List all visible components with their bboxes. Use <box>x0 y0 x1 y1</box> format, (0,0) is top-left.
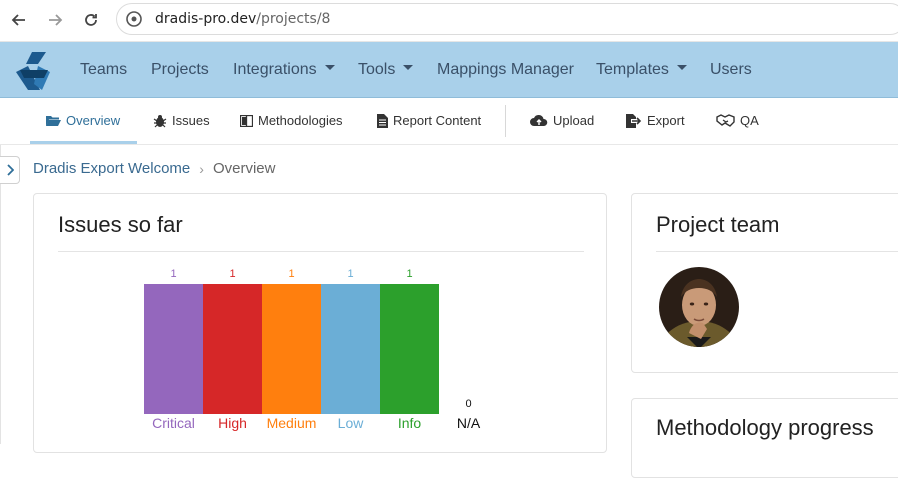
chart-value-label-critical: 1 <box>170 268 177 280</box>
methodology-card-title: Methodology progress <box>656 415 874 440</box>
nav-integrations-label: Integrations <box>233 61 317 78</box>
handshake-icon <box>716 114 735 127</box>
address-bar[interactable]: dradis-pro.dev/projects/8 <box>116 3 898 35</box>
chart-category-label-info: Info <box>397 415 422 431</box>
tab-overview[interactable]: Overview <box>45 113 120 128</box>
sidebar-toggle-button[interactable] <box>0 156 20 184</box>
nav-tools[interactable]: Tools <box>358 61 414 79</box>
chart-bar-medium[interactable] <box>262 284 321 414</box>
arrow-left-icon <box>11 14 25 26</box>
caret-down-icon <box>324 65 335 71</box>
forward-button[interactable] <box>44 9 66 31</box>
book-icon <box>240 114 253 127</box>
chart-bar-high[interactable] <box>203 284 262 414</box>
nav-tools-label: Tools <box>358 61 396 78</box>
url-text: dradis-pro.dev/projects/8 <box>155 11 330 27</box>
subnav-divider <box>505 105 506 137</box>
file-icon <box>377 113 388 128</box>
site-info-icon[interactable] <box>125 10 143 28</box>
breadcrumb-project-link[interactable]: Dradis Export Welcome <box>33 160 190 177</box>
tab-report-content-label: Report Content <box>393 113 482 128</box>
chart-value-label-medium: 1 <box>288 268 295 280</box>
tab-report-content[interactable]: Report Content <box>377 113 481 128</box>
nav-integrations[interactable]: Integrations <box>233 61 335 79</box>
team-card-title: Project team <box>656 212 780 237</box>
reload-button[interactable] <box>80 9 102 31</box>
bug-icon <box>153 114 167 127</box>
issues-card: Issues so far 1 Critical 1 High 1 Medium 1 Low 1… <box>33 193 607 453</box>
url-path: /projects/8 <box>256 11 331 27</box>
sidebar-edge <box>0 145 1 444</box>
nav-templates-label: Templates <box>596 61 669 78</box>
nav-projects[interactable]: Projects <box>151 61 209 79</box>
chart-bar-info[interactable] <box>380 284 439 414</box>
issues-chart: 1 Critical 1 High 1 Medium 1 Low 1 Info 0 N/A <box>34 194 608 454</box>
arrow-right-icon <box>49 14 63 26</box>
chart-value-label-info: 1 <box>406 268 413 280</box>
chevron-right-icon <box>6 164 14 176</box>
caret-down-icon <box>403 65 414 71</box>
tab-issues-label: Issues <box>172 113 210 128</box>
breadcrumb: Dradis Export Welcome › Overview <box>33 160 275 177</box>
dradis-logo[interactable] <box>12 50 54 92</box>
nav-users[interactable]: Users <box>710 61 752 79</box>
card-divider <box>656 251 898 252</box>
chart-category-label-medium: Medium <box>266 415 317 431</box>
breadcrumb-current: Overview <box>212 160 276 177</box>
chart-bar-low[interactable] <box>321 284 380 414</box>
chart-bar-critical[interactable] <box>144 284 203 414</box>
chevron-right-icon: › <box>199 160 204 177</box>
url-host: dradis-pro.dev <box>155 11 257 27</box>
chart-category-label-critical: Critical <box>152 415 195 431</box>
nav-mappings-manager[interactable]: Mappings Manager <box>437 61 574 79</box>
chart-value-label-high: 1 <box>229 268 236 280</box>
tab-qa-label: QA <box>740 113 759 128</box>
cloud-upload-icon <box>530 114 548 126</box>
methodology-card: Methodology progress <box>631 398 898 478</box>
chart-category-label-low: Low <box>337 415 364 431</box>
chart-category-label-n-a: N/A <box>456 415 481 431</box>
caret-down-icon <box>676 65 687 71</box>
chart-value-label-low: 1 <box>347 268 354 280</box>
reload-icon <box>85 14 97 26</box>
chart-category-label-high: High <box>218 415 247 431</box>
export-icon <box>626 113 642 128</box>
back-button[interactable] <box>8 9 30 31</box>
active-tab-indicator <box>30 141 137 144</box>
tab-methodologies[interactable]: Methodologies <box>240 113 343 128</box>
tab-overview-label: Overview <box>66 113 121 128</box>
tab-methodologies-label: Methodologies <box>258 113 343 128</box>
team-member-avatar <box>659 267 739 347</box>
tab-export-label: Export <box>647 113 685 128</box>
chart-value-label-n-a: 0 <box>465 398 472 410</box>
folder-open-icon <box>46 116 61 126</box>
tab-upload-label: Upload <box>553 113 595 128</box>
avatar[interactable] <box>659 267 739 347</box>
nav-teams[interactable]: Teams <box>80 61 127 79</box>
tab-export[interactable]: Export <box>626 113 685 128</box>
browser-toolbar: dradis-pro.dev/projects/8 <box>0 0 898 42</box>
tab-upload[interactable]: Upload <box>530 113 594 128</box>
tab-issues[interactable]: Issues <box>153 113 210 128</box>
project-subnav: Overview Issues Methodologies Report Con… <box>0 99 898 145</box>
tab-qa[interactable]: QA <box>716 113 759 128</box>
nav-templates[interactable]: Templates <box>596 61 687 79</box>
main-navbar: Teams Projects Integrations Tools Mappin… <box>0 42 898 98</box>
